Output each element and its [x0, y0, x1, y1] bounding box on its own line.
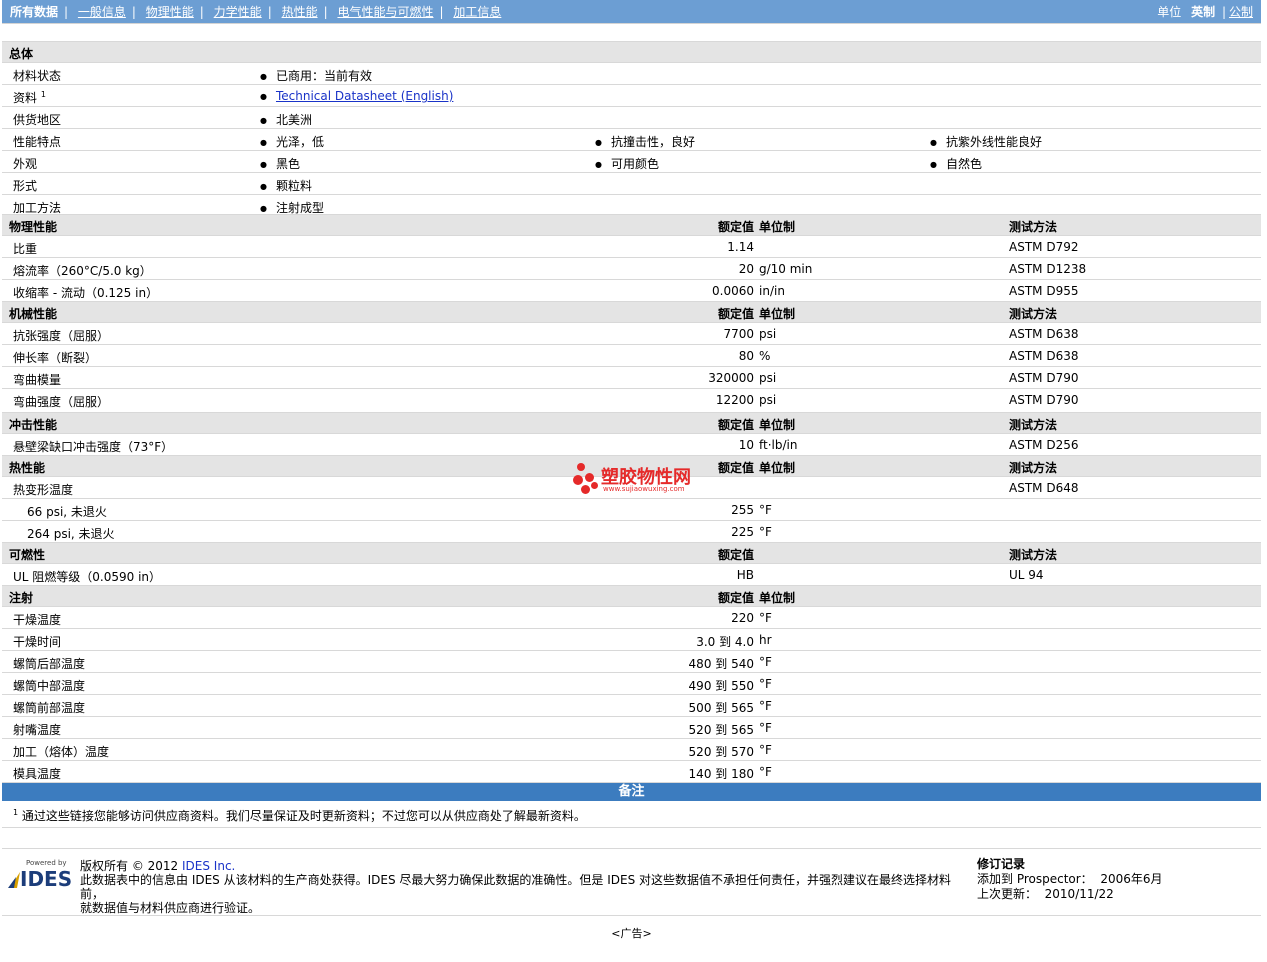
value: 已商用：当前有效: [260, 67, 372, 84]
spacer: [2, 24, 1261, 42]
nav-mechanical[interactable]: 力学性能: [214, 5, 262, 19]
table-row: 模具温度 140 到 180 °F: [2, 761, 1261, 783]
row-form: 形式 颗粒料: [2, 173, 1261, 195]
ides-company-link[interactable]: IDES Inc.: [182, 859, 235, 873]
table-row: 螺筒前部温度 500 到 565 °F: [2, 695, 1261, 717]
nav-thermal[interactable]: 热性能: [282, 5, 318, 19]
unit-imperial[interactable]: 英制: [1191, 5, 1215, 19]
row-process-method: 加工方法 注射成型: [2, 195, 1261, 215]
nav-processing[interactable]: 加工信息: [453, 5, 501, 19]
table-row: 熔流率（260°C/5.0 kg） 20 g/10 min ASTM D1238: [2, 258, 1261, 280]
section-flammability: 可燃性 额定值 测试方法: [2, 543, 1261, 564]
revision-history: 修订记录 添加到 Prospector： 2006年6月 上次更新： 2010/…: [977, 857, 1163, 901]
row-region: 供货地区 北美洲: [2, 107, 1261, 129]
remarks-header: 备注: [2, 783, 1261, 801]
ides-logo: Powered by IDES: [8, 859, 72, 899]
table-row: 螺筒后部温度 480 到 540 °F: [2, 651, 1261, 673]
table-row: 收缩率 - 流动（0.125 in） 0.0060 in/in ASTM D955: [2, 280, 1261, 302]
nav-all-data[interactable]: 所有数据: [10, 5, 58, 19]
datasheet-page: 所有数据 | 一般信息 | 物理性能 | 力学性能 | 热性能 | 电气性能与可燃性 | 加…: [2, 0, 1261, 962]
row-documents: 资料 1 Technical Datasheet (English): [2, 85, 1261, 107]
footer: Powered by IDES 版权所有 © 2012 IDES Inc. 此数…: [2, 849, 1261, 916]
table-row: 悬壁梁缺口冲击强度（73°F） 10 ft·lb/in ASTM D256: [2, 434, 1261, 456]
top-nav-bar: 所有数据 | 一般信息 | 物理性能 | 力学性能 | 热性能 | 电气性能与可燃性 | 加…: [2, 0, 1261, 24]
table-row: 抗张强度（屈服） 7700 psi ASTM D638: [2, 323, 1261, 345]
copyright-notice: 版权所有 © 2012 IDES Inc. 此数据表中的信息由 IDES 从该材…: [80, 859, 952, 915]
section-nav: 所有数据 | 一般信息 | 物理性能 | 力学性能 | 热性能 | 电气性能与可燃性 | 加…: [10, 5, 502, 19]
nav-general-info[interactable]: 一般信息: [78, 5, 126, 19]
unit-switcher: 单位 英制 | 公制: [1157, 5, 1253, 19]
watermark-logo: 塑胶物性网 www.sujiaowuxing.com: [573, 463, 723, 499]
row-appearance: 外观 黑色 可用颜色 自然色: [2, 151, 1261, 173]
table-row: 66 psi, 未退火 255 °F: [2, 499, 1261, 521]
unit-metric[interactable]: 公制: [1229, 5, 1253, 19]
table-row: 螺筒中部温度 490 到 550 °F: [2, 673, 1261, 695]
table-row: 干燥温度 220 °F: [2, 607, 1261, 629]
footnote: 1 通过这些链接您能够访问供应商资料。我们尽量保证及时更新资料；不过您可以从供应…: [2, 801, 1261, 828]
table-row: 干燥时间 3.0 到 4.0 hr: [2, 629, 1261, 651]
table-row: 264 psi, 未退火 225 °F: [2, 521, 1261, 543]
table-row: 弯曲模量 320000 psi ASTM D790: [2, 367, 1261, 389]
section-mechanical: 机械性能 额定值 单位制 测试方法: [2, 302, 1261, 323]
spacer: [2, 828, 1261, 849]
units-label: 单位: [1157, 5, 1182, 19]
row-material-status: 材料状态 已商用：当前有效: [2, 63, 1261, 85]
table-row: 比重 1.14 ASTM D792: [2, 236, 1261, 258]
table-row: UL 阻燃等级（0.0590 in） HB UL 94: [2, 564, 1261, 586]
nav-physical[interactable]: 物理性能: [146, 5, 194, 19]
table-row: 加工（熔体）温度 520 到 570 °F: [2, 739, 1261, 761]
nav-electrical-flammability[interactable]: 电气性能与可燃性: [337, 5, 433, 19]
table-row: 弯曲强度（屈服） 12200 psi ASTM D790: [2, 389, 1261, 413]
table-row: 射嘴温度 520 到 565 °F: [2, 717, 1261, 739]
section-physical: 物理性能 额定值 单位制 测试方法: [2, 215, 1261, 236]
row-features: 性能特点 光泽，低 抗撞击性，良好 抗紫外线性能良好: [2, 129, 1261, 151]
ad-label[interactable]: <广告>: [2, 916, 1261, 941]
section-injection: 注射 额定值 单位制: [2, 586, 1261, 607]
table-row: 伸长率（断裂） 80% ASTM D638: [2, 345, 1261, 367]
section-title: 总体: [9, 47, 34, 61]
datasheet-link[interactable]: Technical Datasheet (English): [276, 89, 453, 103]
section-impact: 冲击性能 额定值 单位制 测试方法: [2, 413, 1261, 434]
section-general: 总体: [2, 42, 1261, 63]
